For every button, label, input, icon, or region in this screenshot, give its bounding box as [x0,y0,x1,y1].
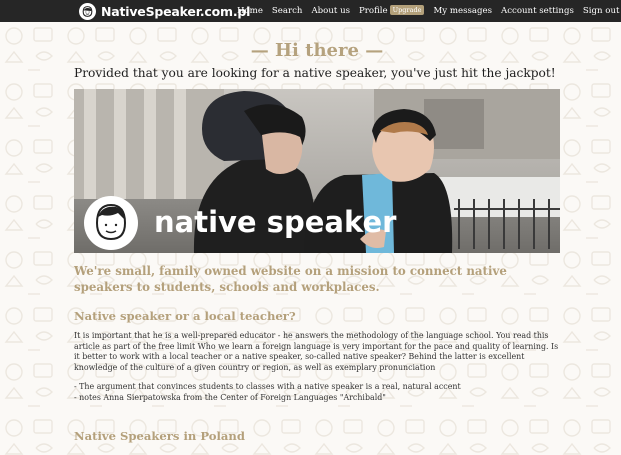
nav-home[interactable]: Home [237,6,263,16]
hero-image: native speaker [74,89,560,253]
nav-about-us[interactable]: About us [311,6,350,16]
nav-search[interactable]: Search [272,6,303,16]
upgrade-badge[interactable]: Upgrade [389,5,425,15]
nav-my-messages[interactable]: My messages [433,6,492,16]
nav-profile[interactable]: Profile Upgrade [359,5,425,16]
quote-line: - The argument that convinces students t… [74,382,461,391]
quote-block: - The argument that convinces students t… [74,382,560,403]
site-logo[interactable]: NativeSpeaker.com.pl [79,2,250,20]
section-title-native-or-local: Native speaker or a local teacher? [74,309,296,323]
quote-attribution: - notes Anna Sierpatowska from the Cente… [74,392,386,402]
nav-account-settings[interactable]: Account settings [501,6,574,16]
section-paragraph: It is important that he is a well-prepar… [74,331,559,372]
intro-text: Provided that you are looking for a nati… [74,66,556,80]
main-content: — Hi there — Provided that you are looki… [74,22,560,443]
top-navigation-bar: NativeSpeaker.com.pl Home Search About u… [0,0,621,22]
nav-sign-out[interactable]: Sign out [583,6,620,16]
section-title-native-speakers-poland: Native Speakers in Poland [74,429,245,443]
mission-statement: We're small, family owned website on a m… [74,264,507,294]
greeting-heading: — Hi there — [250,40,384,61]
hero-caption: native speaker [154,205,397,239]
logo-text: NativeSpeaker.com.pl [101,3,251,19]
main-nav: Home Search About us Profile Upgrade My m… [237,0,621,22]
nav-profile-label: Profile [359,6,388,16]
logo-face-icon [79,2,96,20]
